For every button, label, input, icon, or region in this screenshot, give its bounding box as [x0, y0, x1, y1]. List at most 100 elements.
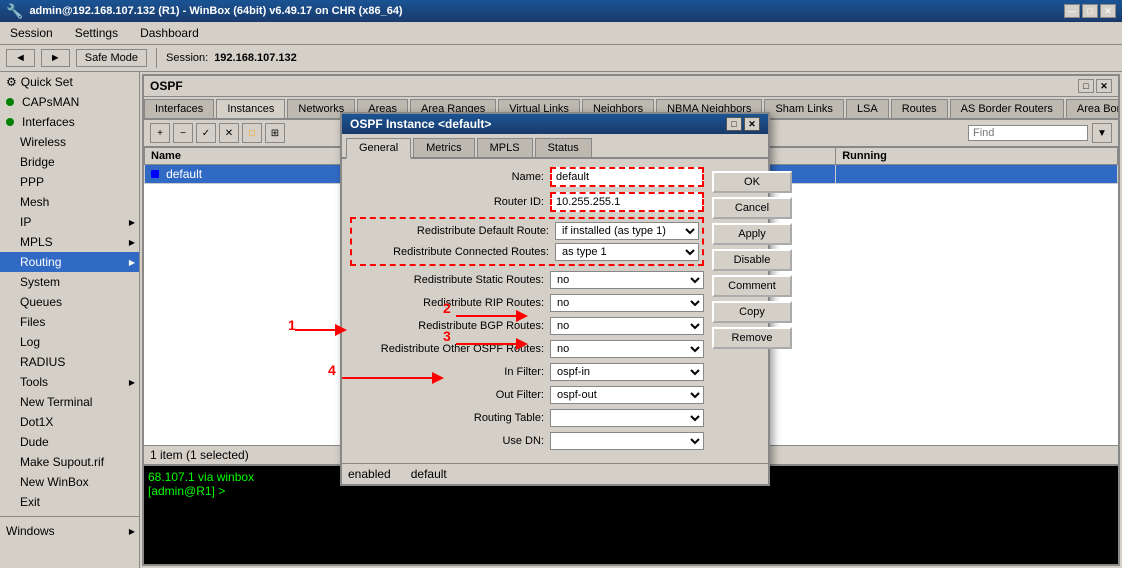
routing-arrow: ▶	[129, 258, 135, 267]
ospf-dialog: OSPF Instance <default> □ ✕ General Metr…	[340, 112, 770, 486]
sidebar-item-tools[interactable]: Tools ▶	[0, 372, 139, 392]
sidebar-item-files[interactable]: Files	[0, 312, 139, 332]
interfaces-dot	[6, 118, 14, 126]
ospf-title-bar: OSPF □ ✕	[144, 76, 1118, 97]
sidebar-item-supout[interactable]: Make Supout.rif	[0, 452, 139, 472]
sidebar-item-system[interactable]: System	[0, 272, 139, 292]
safemode-button[interactable]: Safe Mode	[76, 49, 147, 67]
routing-table-select[interactable]	[550, 409, 704, 427]
dialog-tab-status[interactable]: Status	[535, 138, 592, 157]
sidebar-item-dot1x[interactable]: Dot1X	[0, 412, 139, 432]
disable-button[interactable]: Disable	[712, 249, 792, 271]
tab-as-border[interactable]: AS Border Routers	[950, 99, 1064, 118]
sidebar-item-ppp[interactable]: PPP	[0, 172, 139, 192]
dialog-close-btn[interactable]: ✕	[744, 117, 760, 131]
sidebar-label-ppp: PPP	[20, 175, 44, 189]
redist-rip-select[interactable]: no	[550, 294, 704, 312]
tab-instances[interactable]: Instances	[216, 99, 285, 120]
ospf-title-controls: □ ✕	[1078, 79, 1112, 93]
sidebar-item-mpls[interactable]: MPLS ▶	[0, 232, 139, 252]
redist-connected-label: Redistribute Connected Routes:	[355, 246, 555, 258]
redist-other-ospf-select[interactable]: no	[550, 340, 704, 358]
sidebar-item-capsman[interactable]: CAPsMAN	[0, 92, 139, 112]
clone-button[interactable]: □	[242, 123, 262, 143]
tab-sham-links[interactable]: Sham Links	[764, 99, 843, 118]
remove-button[interactable]: −	[173, 123, 193, 143]
in-filter-select[interactable]: ospf-in	[550, 363, 704, 381]
sidebar-label-capsman: CAPsMAN	[22, 95, 79, 109]
find-input[interactable]	[968, 125, 1088, 141]
dialog-tab-metrics[interactable]: Metrics	[413, 138, 474, 157]
sidebar-item-mesh[interactable]: Mesh	[0, 192, 139, 212]
dialog-title-bar: OSPF Instance <default> □ ✕	[342, 114, 768, 134]
ok-button[interactable]: OK	[712, 171, 792, 193]
sidebar-item-radius[interactable]: RADIUS	[0, 352, 139, 372]
add-button[interactable]: +	[150, 123, 170, 143]
sidebar-item-newterminal[interactable]: New Terminal	[0, 392, 139, 412]
sidebar-item-interfaces[interactable]: Interfaces	[0, 112, 139, 132]
menu-dashboard[interactable]: Dashboard	[134, 24, 205, 42]
router-id-label: Router ID:	[350, 196, 550, 208]
routing-table-label: Routing Table:	[350, 412, 550, 424]
app-icon: 🔧	[6, 3, 23, 20]
tab-interfaces[interactable]: Interfaces	[144, 99, 214, 118]
find-dropdown[interactable]: ▼	[1092, 123, 1112, 143]
sidebar-item-windows[interactable]: Windows ▶	[0, 521, 139, 541]
ospf-close-button[interactable]: ✕	[1096, 79, 1112, 93]
remove-button[interactable]: Remove	[712, 327, 792, 349]
sidebar-label-interfaces: Interfaces	[22, 115, 75, 129]
redist-default-row: Redistribute Default Route: if installed…	[355, 222, 699, 240]
ospf-restore-button[interactable]: □	[1078, 79, 1094, 93]
sidebar-item-newwinbox[interactable]: New WinBox	[0, 472, 139, 492]
redist-default-select[interactable]: if installed (as type 1)	[555, 222, 699, 240]
edit-button[interactable]: ✓	[196, 123, 216, 143]
copy-button[interactable]: Copy	[712, 301, 792, 323]
sidebar-item-wireless[interactable]: Wireless	[0, 132, 139, 152]
forward-button[interactable]: ►	[41, 49, 70, 67]
use-dn-label: Use DN:	[350, 435, 550, 447]
routing-table-wrapper	[550, 409, 704, 427]
sidebar-item-quickset[interactable]: ⚙ Quick Set	[0, 72, 139, 92]
redist-bgp-select[interactable]: no	[550, 317, 704, 335]
tab-lsa[interactable]: LSA	[846, 99, 889, 118]
redist-static-row: Redistribute Static Routes: no	[350, 271, 704, 289]
sidebar-item-dude[interactable]: Dude	[0, 432, 139, 452]
cancel-edit-button[interactable]: ✕	[219, 123, 239, 143]
apply-button[interactable]: Apply	[712, 223, 792, 245]
name-input[interactable]	[550, 167, 704, 187]
maximize-button[interactable]: □	[1082, 4, 1098, 18]
back-button[interactable]: ◄	[6, 49, 35, 67]
sidebar-label-files: Files	[20, 315, 45, 329]
sidebar-item-routing[interactable]: Routing ▶	[0, 252, 139, 272]
dialog-tab-general[interactable]: General	[346, 138, 411, 159]
comment-button[interactable]: Comment	[712, 275, 792, 297]
filter-button[interactable]: ⊞	[265, 123, 285, 143]
menu-settings[interactable]: Settings	[69, 24, 124, 42]
quickset-icon: ⚙	[6, 75, 17, 89]
redist-bgp-label: Redistribute BGP Routes:	[350, 320, 550, 332]
sidebar-label-log: Log	[20, 335, 40, 349]
dialog-tab-mpls[interactable]: MPLS	[477, 138, 533, 157]
redist-static-select[interactable]: no	[550, 271, 704, 289]
router-id-input[interactable]	[550, 192, 704, 212]
redist-connected-select[interactable]: as type 1	[555, 243, 699, 261]
out-filter-select[interactable]: ospf-out	[550, 386, 704, 404]
console-line-2: [admin@R1] >	[148, 484, 1114, 498]
sidebar-item-exit[interactable]: Exit	[0, 492, 139, 512]
close-button[interactable]: ✕	[1100, 4, 1116, 18]
main-layout: ⚙ Quick Set CAPsMAN Interfaces Wireless …	[0, 72, 1122, 568]
dialog-restore-btn[interactable]: □	[726, 117, 742, 131]
sidebar-item-log[interactable]: Log	[0, 332, 139, 352]
cancel-button[interactable]: Cancel	[712, 197, 792, 219]
sidebar-item-queues[interactable]: Queues	[0, 292, 139, 312]
use-dn-select[interactable]	[550, 432, 704, 450]
redist-bgp-wrapper: no	[550, 317, 704, 335]
minimize-button[interactable]: —	[1064, 4, 1080, 18]
dialog-status-left: enabled	[348, 467, 391, 481]
sidebar-item-ip[interactable]: IP ▶	[0, 212, 139, 232]
tab-routes[interactable]: Routes	[891, 99, 948, 118]
sidebar-item-bridge[interactable]: Bridge	[0, 152, 139, 172]
tools-arrow: ▶	[129, 378, 135, 387]
menu-session[interactable]: Session	[4, 24, 59, 42]
tab-area-border[interactable]: Area Border Routers	[1066, 99, 1118, 118]
